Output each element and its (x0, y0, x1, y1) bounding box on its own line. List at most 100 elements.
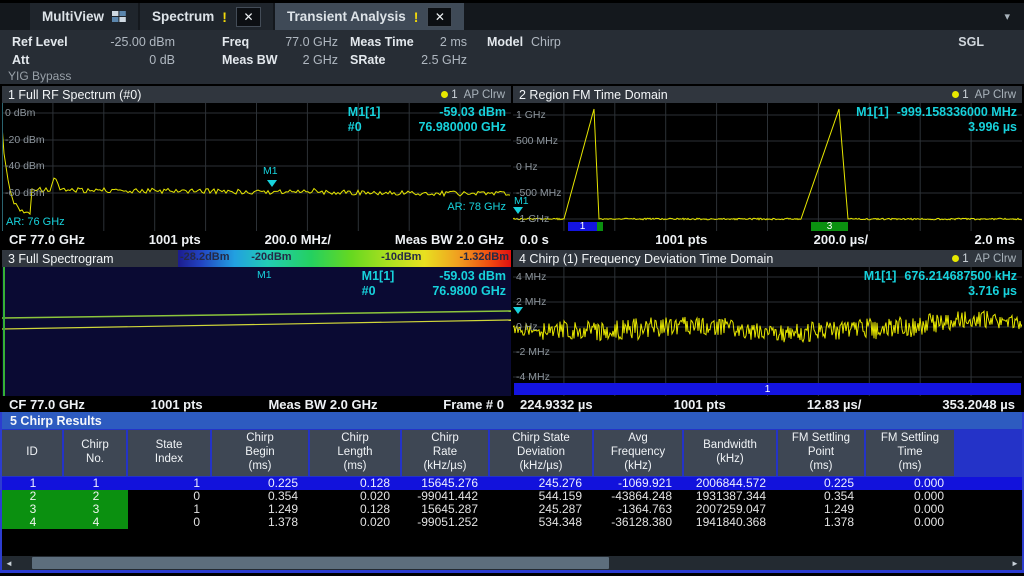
window4-title-bar[interactable]: 4 Chirp (1) Frequency Deviation Time Dom… (513, 250, 1022, 267)
y-tick-label: 4 MHz (516, 271, 546, 283)
spectrum-chart[interactable]: 0 dBm -20 dBm -40 dBm -60 dBm M1[1]-59.0… (2, 103, 511, 231)
table-cell: -99051.252 (402, 516, 490, 529)
column-header[interactable]: Avg Frequency (kHz) (594, 430, 682, 476)
table-cell: 15645.276 (402, 477, 490, 490)
table-cell-filler (956, 516, 1022, 529)
tab-transient-analysis[interactable]: Transient Analysis ! ✕ (275, 3, 464, 30)
window-full-spectrogram[interactable]: 3 Full Spectrogram -28.2dBm -20dBm -10dB… (2, 250, 511, 412)
trace-color-dot (952, 255, 959, 262)
table-cell: 0.225 (778, 477, 866, 490)
tabbar-menu-caret-icon[interactable]: ▾ (1004, 10, 1010, 23)
spectrogram-chart[interactable]: M1 M1[1]-59.03 dBm #076.9800 GHz (2, 267, 511, 396)
chirp-region-3[interactable]: 3 (811, 222, 848, 231)
marker-m1[interactable] (513, 307, 523, 314)
table-cell: 245.276 (490, 477, 594, 490)
close-icon[interactable]: ✕ (427, 7, 452, 27)
marker-readout: M1[1]-59.03 dBm #076.9800 GHz (362, 269, 506, 298)
y-tick-label: -60 dBm (5, 187, 45, 199)
scroll-left-icon[interactable]: ◄ (2, 556, 16, 570)
table-cell: -36128.380 (594, 516, 684, 529)
window2-title-bar[interactable]: 2 Region FM Time Domain 1 AP Clrw (513, 86, 1022, 103)
chirp-region-divider (597, 222, 603, 231)
table-cell: 3 (64, 503, 128, 516)
window2-footer: 0.0 s 1001 pts 200.0 µs/ 2.0 ms (513, 231, 1022, 247)
meas-bw-readout: Meas BW 2.0 GHz (268, 397, 377, 412)
alert-icon: ! (414, 9, 419, 25)
table-cell: 1 (64, 477, 128, 490)
results-header: IDChirp No.State IndexChirp Begin (ms)Ch… (2, 429, 1022, 477)
freq-deviation-chart[interactable]: 4 MHz 2 MHz 0 Hz -2 MHz -4 MHz M1[1]676.… (513, 267, 1022, 396)
trace-legend: 1 AP Clrw (952, 253, 1016, 265)
window4-title: 4 Chirp (1) Frequency Deviation Time Dom… (519, 252, 773, 266)
table-cell: 245.287 (490, 503, 594, 516)
column-header[interactable]: FM Settling Time (ms) (866, 430, 954, 476)
frame-readout: Frame # 0 (443, 397, 504, 412)
window1-footer: CF 77.0 GHz 1001 pts 200.0 MHz/ Meas BW … (2, 231, 511, 247)
trace-color-dot (952, 91, 959, 98)
column-header[interactable]: Chirp No. (64, 430, 126, 476)
table-cell: 3 (2, 503, 64, 516)
tab-transient-label: Transient Analysis (287, 9, 406, 24)
y-tick-label: -4 MHz (516, 371, 550, 383)
column-header[interactable]: FM Settling Point (ms) (778, 430, 864, 476)
column-header[interactable]: Chirp State Deviation (kHz/µs) (490, 430, 592, 476)
tab-spectrum[interactable]: Spectrum ! ✕ (140, 3, 273, 30)
meas-time-value[interactable]: 2 ms (395, 35, 467, 49)
att-value[interactable]: 0 dB (60, 53, 175, 67)
table-row[interactable]: 2200.3540.020-99041.442544.159-43864.248… (2, 490, 1022, 503)
chart-frame (2, 103, 3, 231)
tab-multiview[interactable]: MultiView (30, 3, 138, 30)
marker-readout: M1[1]-59.03 dBm #076.980000 GHz (348, 105, 506, 134)
table-cell: 1941840.368 (684, 516, 778, 529)
marker-m1[interactable] (267, 180, 277, 187)
colorbar-min-label: -28.2dBm (180, 251, 230, 263)
horizontal-scrollbar[interactable]: ◄ ► (2, 556, 1022, 570)
y-tick-label: 0 Hz (516, 321, 538, 333)
window-chirp-freq-deviation[interactable]: 4 Chirp (1) Frequency Deviation Time Dom… (513, 250, 1022, 412)
window3-title-bar[interactable]: 3 Full Spectrogram -28.2dBm -20dBm -10dB… (2, 250, 511, 267)
meas-bw-readout: Meas BW 2.0 GHz (395, 232, 504, 247)
table-row[interactable]: 4401.3780.020-99051.252534.348-36128.380… (2, 516, 1022, 529)
table-cell: 0.000 (866, 503, 956, 516)
alert-icon: ! (222, 9, 227, 25)
y-tick-label: 500 MHz (516, 135, 558, 147)
window-chirp-results[interactable]: 5 Chirp Results IDChirp No.State IndexCh… (0, 412, 1024, 573)
y-tick-label: 0 Hz (516, 161, 538, 173)
tab-multiview-label: MultiView (42, 9, 104, 24)
window-region-fm-time-domain[interactable]: 2 Region FM Time Domain 1 AP Clrw 1 GHz … (513, 86, 1022, 247)
column-header[interactable]: State Index (128, 430, 210, 476)
tab-spectrum-label: Spectrum (152, 9, 214, 24)
points-readout: 1001 pts (151, 397, 203, 412)
spectrogram-colorbar: -28.2dBm -20dBm -10dBm -1.32dBm (178, 250, 511, 267)
column-header[interactable]: Bandwidth (kHz) (684, 430, 776, 476)
table-row[interactable]: 1110.2250.12815645.276245.276-1069.92120… (2, 477, 1022, 490)
chirp-region-1[interactable]: 1 (568, 222, 597, 231)
scrollbar-thumb[interactable] (32, 557, 609, 569)
window1-title-bar[interactable]: 1 Full RF Spectrum (#0) 1 AP Clrw (2, 86, 511, 103)
sgl-badge: SGL (958, 35, 984, 49)
trace-legend: 1 AP Clrw (441, 89, 505, 101)
results-title-bar[interactable]: 5 Chirp Results (2, 412, 1022, 429)
freq-value[interactable]: 77.0 GHz (245, 35, 338, 49)
model-value[interactable]: Chirp (531, 35, 561, 49)
points-readout: 1001 pts (149, 232, 201, 247)
column-header[interactable]: Chirp Rate (kHz/µs) (402, 430, 488, 476)
table-cell: 0.225 (212, 477, 310, 490)
meas-bw-value[interactable]: 2 GHz (245, 53, 338, 67)
scroll-right-icon[interactable]: ► (1008, 556, 1022, 570)
window-full-rf-spectrum[interactable]: 1 Full RF Spectrum (#0) 1 AP Clrw 0 dBm … (2, 86, 511, 247)
ref-level-value[interactable]: -25.00 dBm (60, 35, 175, 49)
table-cell: 0.354 (212, 490, 310, 503)
close-icon[interactable]: ✕ (236, 7, 261, 27)
column-header[interactable]: Chirp Length (ms) (310, 430, 400, 476)
column-header[interactable]: Chirp Begin (ms) (212, 430, 308, 476)
srate-label: SRate (350, 53, 385, 67)
table-cell: 534.348 (490, 516, 594, 529)
table-cell: 2007259.047 (684, 503, 778, 516)
fm-time-chart[interactable]: 1 GHz 500 MHz 0 Hz -500 MHz -1 GHz M1[1]… (513, 103, 1022, 231)
srate-value[interactable]: 2.5 GHz (395, 53, 467, 67)
table-row[interactable]: 3311.2490.12815645.287245.287-1364.76320… (2, 503, 1022, 516)
column-header[interactable]: ID (2, 430, 62, 476)
y-tick-label: 0 dBm (5, 107, 35, 119)
marker-m1[interactable] (513, 207, 523, 214)
